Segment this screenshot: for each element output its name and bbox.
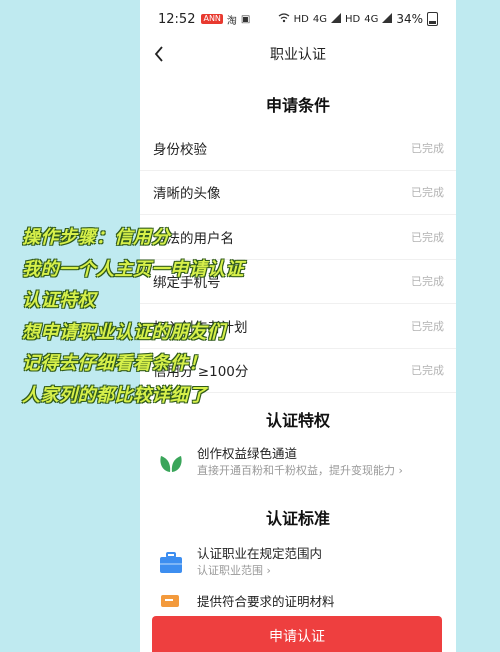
document-icon [155, 593, 187, 613]
battery-icon [427, 12, 438, 26]
back-arrow-icon[interactable] [150, 44, 170, 64]
standard-item-scope[interactable]: 认证职业在规定范围内 认证职业范围 › [140, 545, 456, 581]
overlay-line: 操作步骤：信用分 [22, 227, 170, 248]
requirement-row-identity: 身份校验 已完成 [140, 126, 456, 171]
requirement-label: 清晰的头像 [153, 186, 221, 203]
apply-certification-button[interactable]: 申请认证 [152, 616, 442, 652]
network-label-2: HD [344, 13, 361, 25]
leaf-icon [155, 445, 187, 481]
standard-text: 提供符合要求的证明材料 [197, 593, 335, 611]
page-title: 职业认证 [270, 47, 326, 63]
standard-item-title: 提供符合要求的证明材料 [197, 594, 335, 609]
handwritten-overlay: 操作步骤：信用分 我的一个人主页一申请认证 认证特权 想申请职业认证的朋友们 记… [22, 222, 322, 412]
standards-title: 认证标准 [265, 509, 330, 528]
requirement-status: 已完成 [411, 275, 444, 289]
requirement-row-avatar: 清晰的头像 已完成 [140, 171, 456, 215]
overlay-line: 想申请职业认证的朋友们 [22, 321, 226, 343]
requirement-label: 身份校验 [153, 141, 207, 158]
notification-badge: ANN [201, 14, 223, 24]
network-label-4g-2: 4G [364, 13, 379, 25]
privilege-item[interactable]: 创作权益绿色通道 直接开通百粉和千粉权益，提升变现能力 › [140, 445, 456, 481]
requirements-title: 申请条件 [265, 96, 330, 115]
status-time: 12:52 [158, 11, 196, 27]
standard-item-materials[interactable]: 提供符合要求的证明材料 [140, 593, 456, 613]
requirement-status: 已完成 [411, 319, 444, 333]
network-label: HD [293, 13, 309, 25]
network-label-4g: 4G [312, 13, 327, 25]
wifi-icon [278, 12, 290, 26]
signal-icon-2 [382, 12, 393, 26]
requirement-status: 已完成 [411, 141, 444, 155]
requirement-status: 已完成 [411, 230, 444, 244]
requirement-status: 已完成 [411, 186, 444, 200]
overlay-line: 人家列的都比较详细了 [22, 384, 207, 406]
battery-percent: 34% [396, 12, 423, 26]
privilege-text: 创作权益绿色通道 直接开通百粉和千粉权益，提升变现能力 › [197, 445, 403, 479]
gallery-icon: ▣ [240, 13, 251, 25]
signal-icon [330, 12, 341, 26]
nav-bar: 职业认证 [140, 38, 456, 70]
overlay-line: 认证特权 [22, 290, 96, 312]
standard-text: 认证职业在规定范围内 认证职业范围 › [197, 545, 322, 579]
requirement-status: 已完成 [411, 364, 444, 378]
status-right: HD 4G HD 4G 34% [278, 12, 438, 26]
overlay-line: 记得去仔细看看条件！ [22, 353, 207, 375]
privilege-item-title: 创作权益绿色通道 [197, 446, 298, 461]
standard-item-title: 认证职业在规定范围内 [197, 546, 323, 561]
privilege-item-desc: 直接开通百粉和千粉权益，提升变现能力 › [197, 464, 403, 477]
taobao-icon: 淘 [226, 15, 237, 27]
standard-item-desc: 认证职业范围 › [197, 564, 271, 577]
status-bar: 12:52 ANN 淘 ▣ HD 4G HD 4G 34% [140, 0, 456, 38]
briefcase-icon [155, 545, 187, 581]
overlay-line: 我的一个人主页一申请认证 [22, 258, 244, 280]
